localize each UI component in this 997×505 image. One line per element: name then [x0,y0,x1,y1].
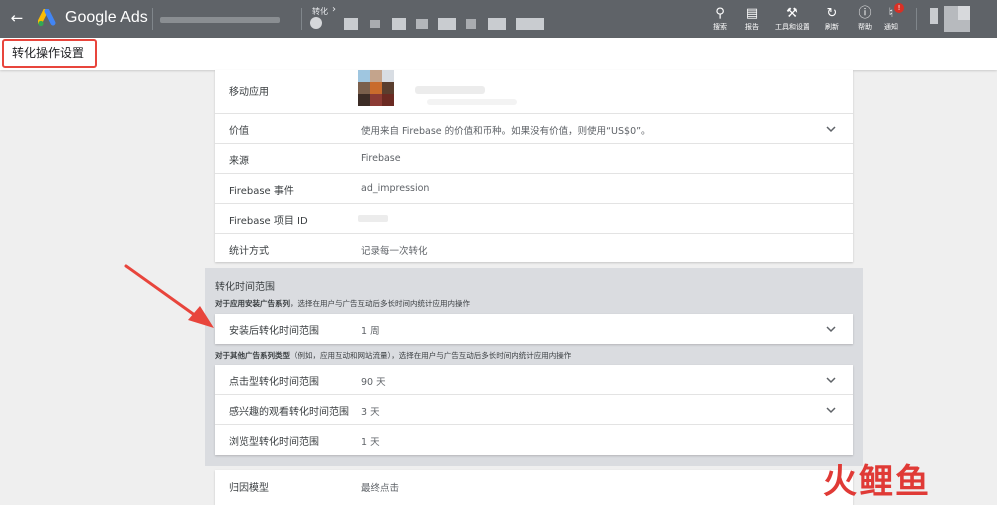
annotation-arrow-icon [124,264,214,328]
watermark-logo: 火鲤鱼 [823,462,931,502]
